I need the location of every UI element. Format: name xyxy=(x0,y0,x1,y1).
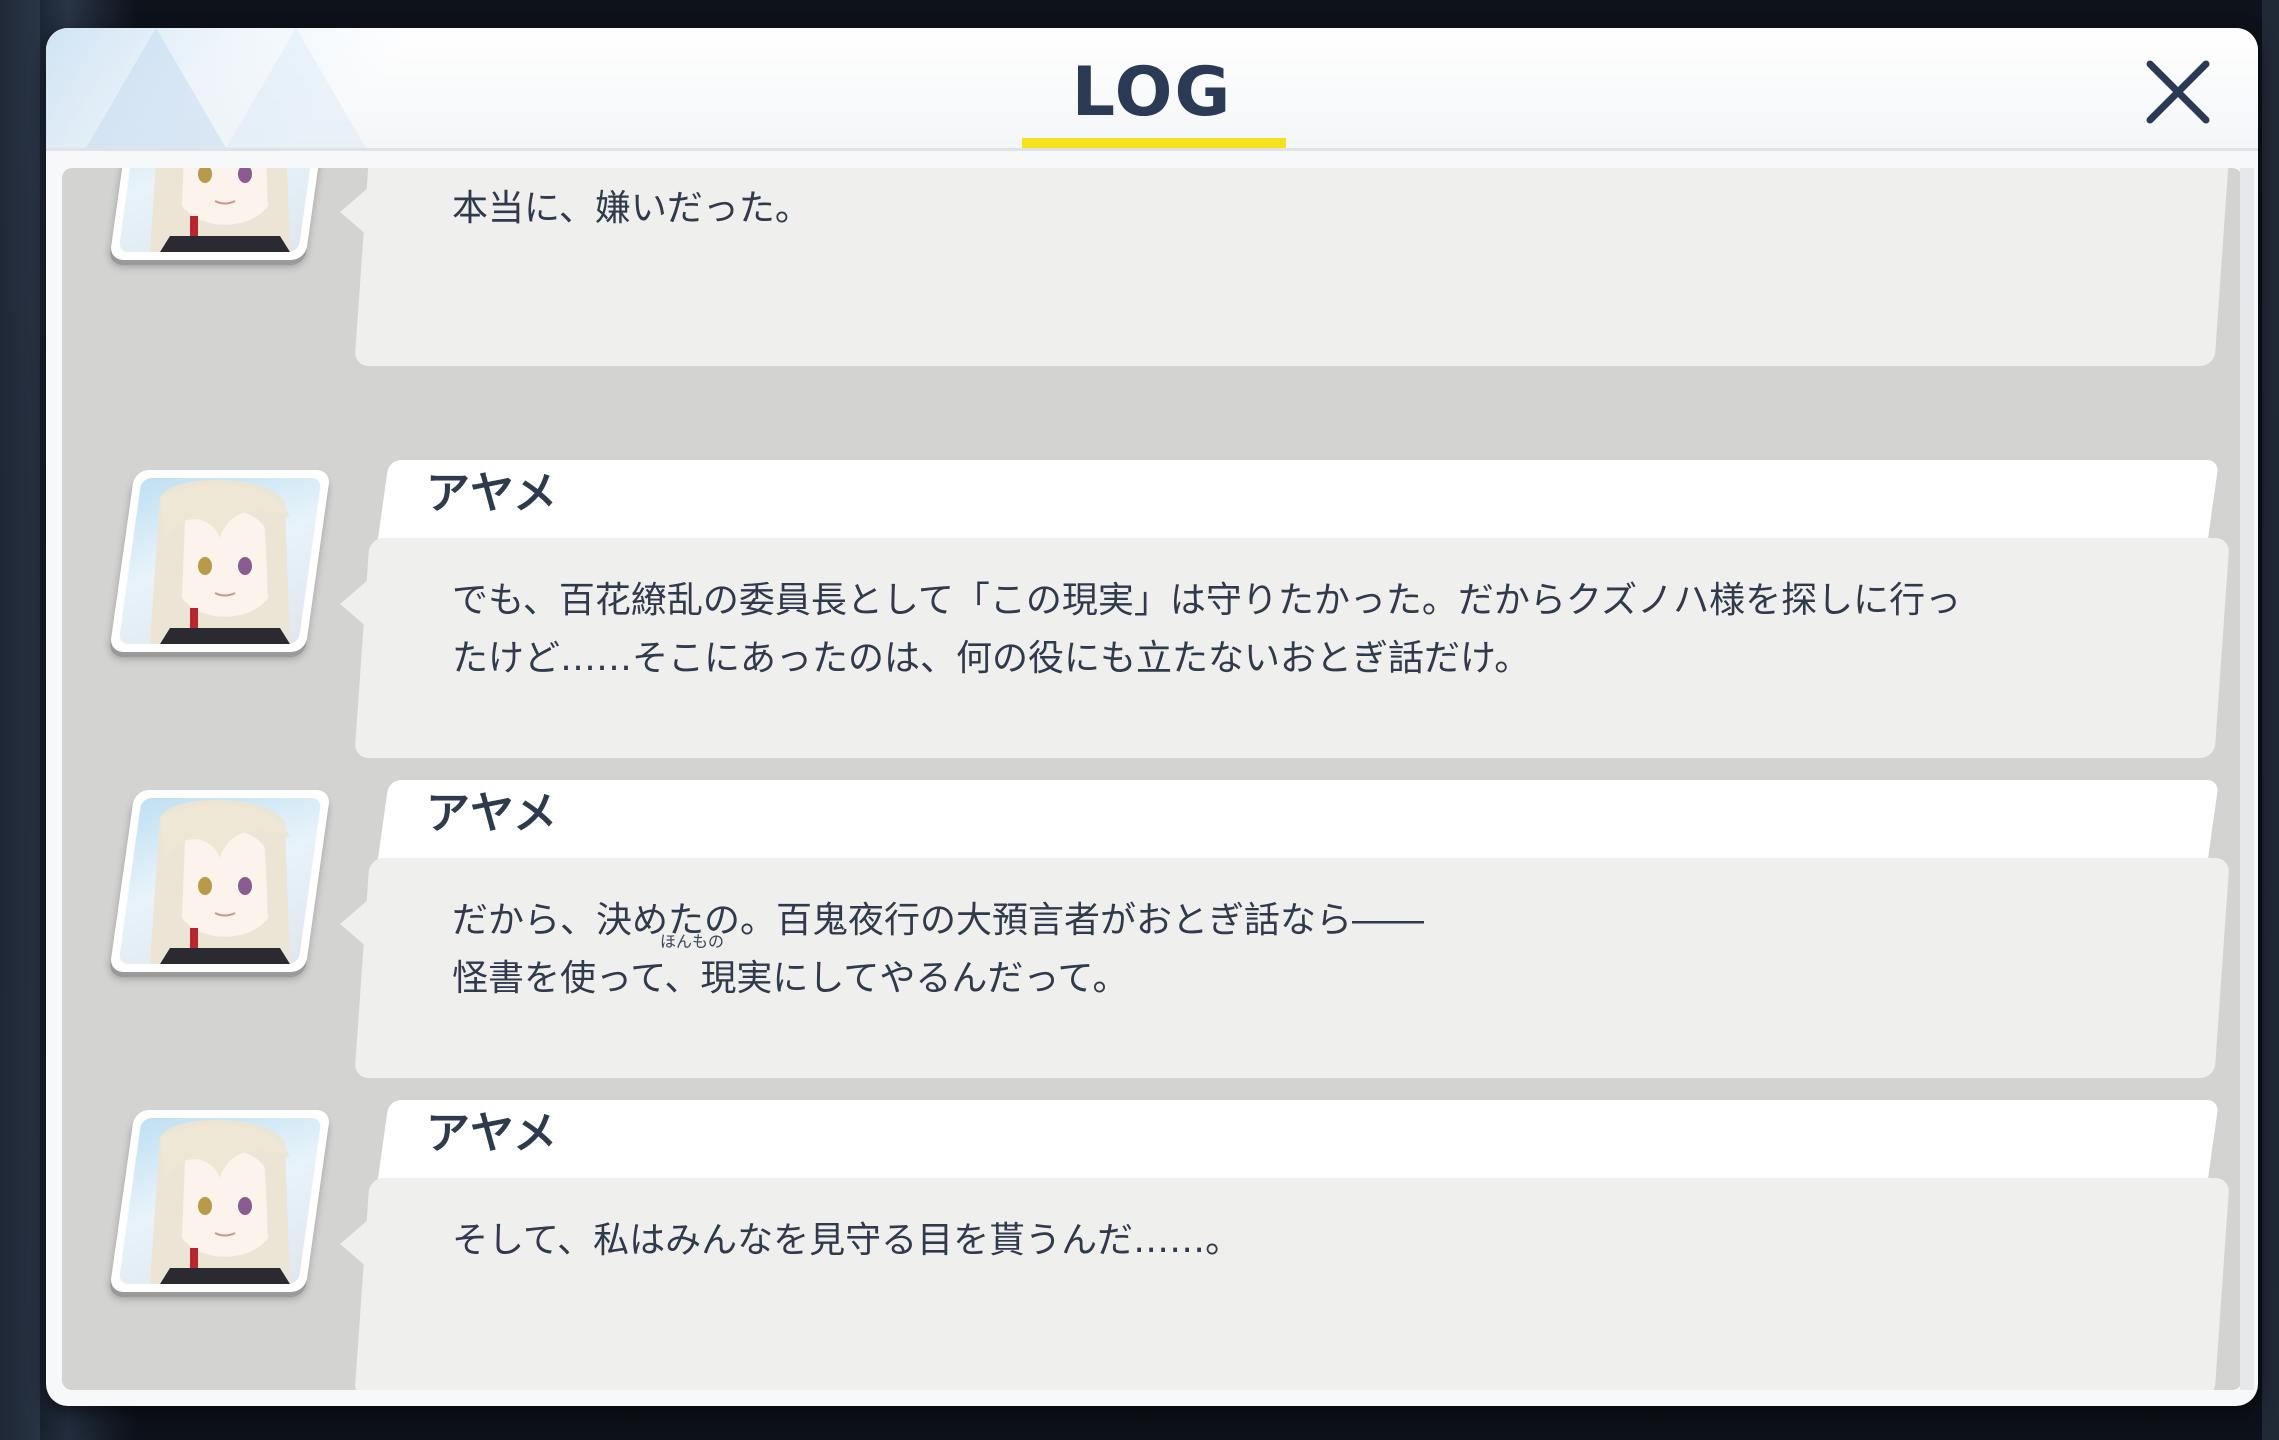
speaker-portrait xyxy=(109,470,331,652)
log-title: LOG xyxy=(1071,53,1233,132)
speaker-name: アヤメ xyxy=(426,1108,558,1159)
background-building xyxy=(0,0,40,1440)
speaker-portrait xyxy=(109,790,331,972)
log-list[interactable]: 本当に、嫌いだった。 アヤメ でも、百花繚乱の委員長として「この現実」は守りたか… xyxy=(62,168,2242,1390)
log-entry: アヤメ ほんもの だから、決めたの。百鬼夜行の大預言者がおとぎ話なら―― 怪書を… xyxy=(62,780,2242,1080)
message-text: だから、決めたの。百鬼夜行の大預言者がおとぎ話なら―― 怪書を使って、現実にして… xyxy=(452,900,1425,999)
character-portrait-icon xyxy=(150,479,290,644)
scrollbar[interactable] xyxy=(2240,168,2254,1390)
speaker-portrait xyxy=(109,1110,331,1292)
background-building xyxy=(2262,0,2279,1440)
character-portrait-icon xyxy=(150,1119,290,1284)
message-text: そして、私はみんなを見守る目を貰うんだ……。 xyxy=(452,1220,1242,1261)
speaker-name: アヤメ xyxy=(426,788,558,839)
log-header: LOG xyxy=(46,28,2258,151)
title-underline xyxy=(1022,138,1286,148)
character-portrait-icon xyxy=(150,799,290,964)
speaker-name: アヤメ xyxy=(426,468,558,519)
message-text: 本当に、嫌いだった。 xyxy=(452,188,811,229)
log-entry: 本当に、嫌いだった。 xyxy=(62,168,2242,368)
close-button[interactable] xyxy=(2136,50,2220,134)
speaker-portrait xyxy=(109,168,331,260)
close-icon xyxy=(2146,60,2210,124)
character-portrait-icon xyxy=(150,168,290,252)
message-bubble xyxy=(354,1178,2230,1390)
log-entry: アヤメ そして、私はみんなを見守る目を貰うんだ……。 xyxy=(62,1100,2242,1390)
log-panel: LOG 本当に、嫌いだった。 アヤメ でも、百花繚乱の委員長として「この現実」は… xyxy=(46,28,2258,1406)
message-text: でも、百花繚乱の委員長として「この現実」は守りたかった。だからクズノハ様を探しに… xyxy=(452,580,1962,679)
log-entry: アヤメ でも、百花繚乱の委員長として「この現実」は守りたかった。だからクズノハ様… xyxy=(62,460,2242,760)
